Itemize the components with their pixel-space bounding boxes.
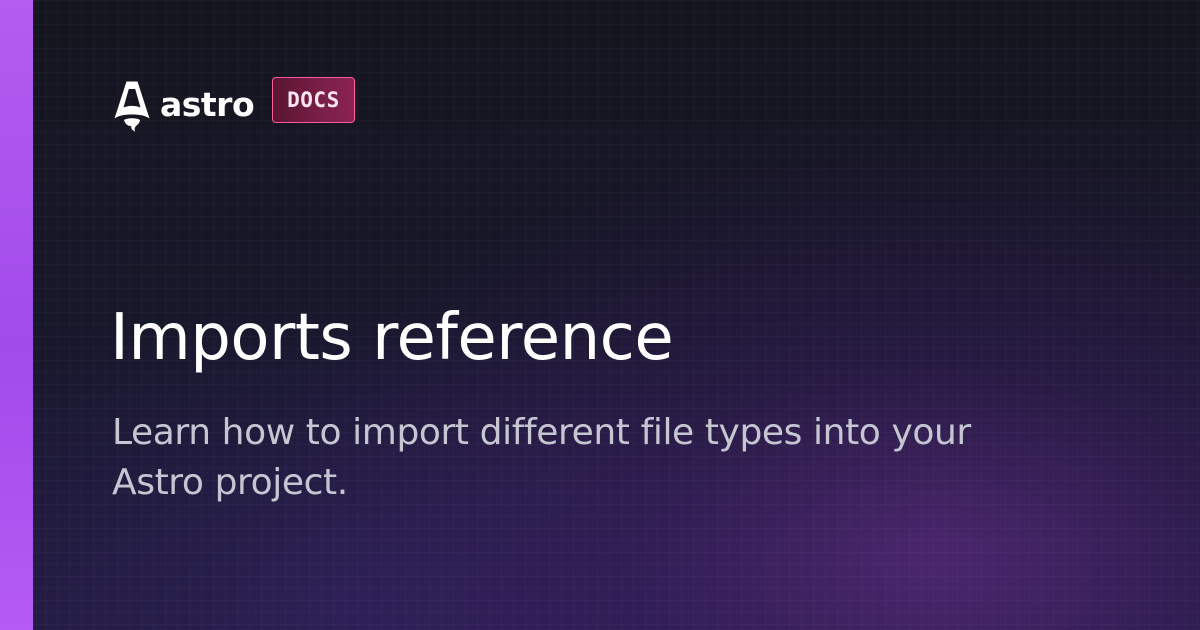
page-title: Imports reference	[110, 301, 674, 375]
page-description: Learn how to import different file types…	[112, 412, 971, 503]
docs-badge: DOCS	[272, 77, 355, 123]
accent-stripe	[0, 0, 33, 630]
brand-header: astro DOCS	[112, 77, 355, 132]
brand-wordmark: astro	[160, 84, 255, 124]
astro-rocket-icon	[114, 81, 150, 132]
